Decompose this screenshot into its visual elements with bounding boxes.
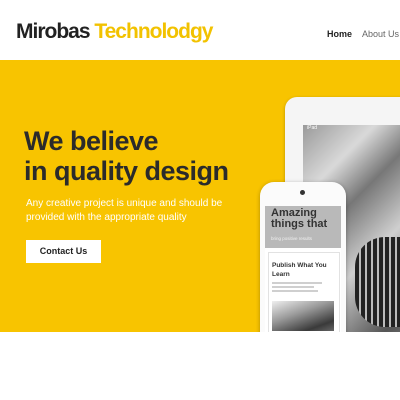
- hero-headline: We believe in quality design: [24, 126, 229, 186]
- phone-screen: Amazing things that bring positive resul…: [265, 206, 341, 332]
- hero-section: We believe in quality design Any creativ…: [0, 60, 400, 332]
- phone-article-title: Publish What You Learn: [272, 262, 327, 278]
- logo-word-1: Mirobas: [16, 20, 91, 43]
- phone-hero-subtitle: bring positive results: [271, 236, 313, 241]
- nav-about-link[interactable]: About Us: [362, 29, 399, 39]
- phone-article-image: [272, 301, 334, 331]
- nav-home-link[interactable]: Home: [327, 29, 352, 39]
- phone-hero-title: Amazing things that: [271, 207, 328, 230]
- car-grille-image: [355, 237, 400, 327]
- site-header: Mirobas Technolodgy Home About Us: [0, 0, 400, 60]
- hero-subtext: Any creative project is unique and shoul…: [26, 198, 223, 223]
- phone-camera-dot: [300, 190, 305, 195]
- contact-us-button[interactable]: Contact Us: [26, 240, 101, 263]
- headline-line-1: We believe: [24, 126, 159, 156]
- phone-mockup: Amazing things that bring positive resul…: [260, 182, 346, 332]
- headline-line-2: in quality design: [24, 156, 229, 186]
- phone-article-text-lines: [272, 282, 322, 294]
- logo-word-2: Technolodgy: [94, 20, 213, 43]
- logo[interactable]: Mirobas Technolodgy: [16, 20, 213, 44]
- tablet-status-bar: iPad: [307, 125, 318, 131]
